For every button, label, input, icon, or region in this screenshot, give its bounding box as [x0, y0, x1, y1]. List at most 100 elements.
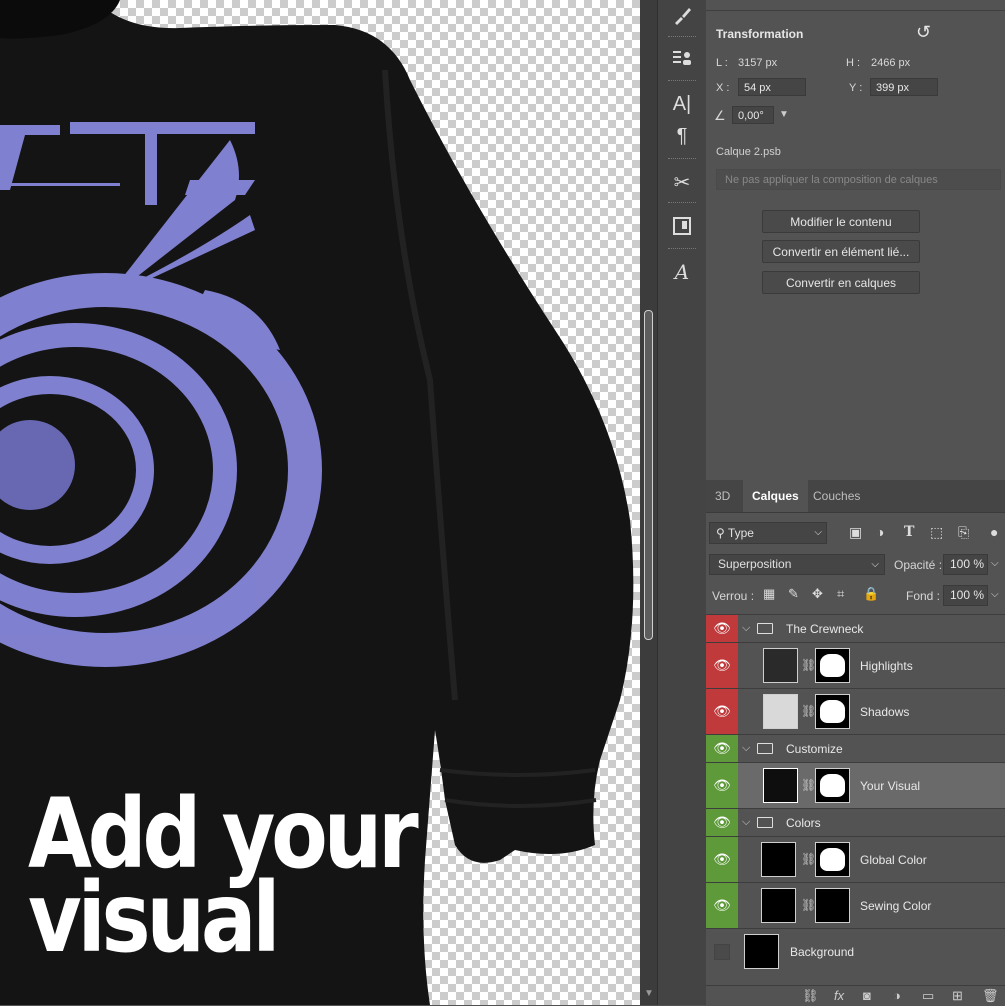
layer-name: The Crewneck [786, 622, 864, 636]
layer-name: Shadows [860, 705, 910, 719]
search-icon: ⚲ [716, 526, 725, 540]
add-mask-icon[interactable]: ◙ [863, 988, 871, 1003]
filter-type-icon[interactable]: T [904, 524, 914, 540]
layer-name: Customize [786, 742, 843, 756]
paragraph-icon[interactable]: ¶ [666, 120, 698, 152]
scroll-down-arrow-icon[interactable]: ▼ [644, 988, 654, 999]
layer-name: Background [790, 945, 855, 959]
fx-icon[interactable]: fx [834, 988, 844, 1003]
filter-shape-icon[interactable]: ⬚ [930, 524, 943, 541]
filter-adjustment-icon[interactable]: ◑ [876, 524, 884, 540]
character-icon[interactable]: A| [666, 88, 698, 120]
layer-name: Sewing Color [860, 899, 932, 913]
link-icon[interactable]: ⛓ [801, 658, 816, 672]
layers-bottom-toolbar: ⛓ fx ◙ ◑ ▭ ⊞ 🗑 [706, 985, 1005, 1006]
visibility-eye-icon[interactable]: 👁 [706, 763, 738, 808]
tab-3d[interactable]: 3D [706, 480, 739, 512]
opacity-chevron-icon[interactable]: ⌵ [991, 558, 999, 569]
layer-row-sewing-color[interactable]: 👁 ⛓ Sewing Color [706, 882, 1005, 928]
layer-row-customize[interactable]: 👁 ⌵ Customize [706, 734, 1005, 762]
brush-icon[interactable] [666, 0, 698, 32]
tool-presets-icon[interactable]: ✂ [666, 166, 698, 198]
visibility-toggle-empty[interactable] [706, 929, 738, 974]
lock-artboard-icon[interactable]: ⌗ [837, 586, 844, 602]
visibility-eye-icon[interactable]: 👁 [706, 615, 738, 642]
angle-field[interactable]: 0,00° [732, 106, 774, 124]
layer-row-your-visual[interactable]: 👁 ⛓ Your Visual [706, 762, 1005, 808]
chevron-down-icon[interactable]: ⌵ [742, 816, 750, 829]
blend-mode-value: Superposition [718, 557, 792, 571]
y-position-field[interactable]: 399 px [870, 78, 938, 96]
canvas-vertical-scrollbar[interactable]: ▼ [640, 0, 657, 1005]
new-group-icon[interactable]: ▭ [922, 988, 934, 1004]
layer-name: Your Visual [860, 779, 921, 793]
glyphs-icon[interactable]: A [666, 256, 698, 288]
artboard-icon[interactable] [666, 210, 698, 242]
layer-row-global-color[interactable]: 👁 ⛓ Global Color [706, 836, 1005, 882]
visibility-eye-icon[interactable]: 👁 [706, 809, 738, 836]
filter-smart-object-icon[interactable]: ⎘ [958, 524, 969, 541]
layer-mask-thumbnail[interactable] [815, 648, 850, 683]
visibility-eye-icon[interactable]: 👁 [706, 643, 738, 688]
layer-filter-select[interactable]: ⚲ Type ⌵ [709, 522, 827, 544]
lock-pixels-icon[interactable]: ✎ [788, 586, 799, 602]
width-label: L : [716, 57, 728, 69]
properties-panel: Transformation ↺ L : 3157 px H : 2466 px… [706, 0, 1005, 480]
layer-row-the-crewneck[interactable]: 👁 ⌵ The Crewneck [706, 614, 1005, 642]
link-icon[interactable]: ⛓ [801, 898, 816, 912]
height-value: 2466 px [871, 57, 911, 69]
layers-panel: 3D Calques Couches ⚲ Type ⌵ ▣ ◑ T ⬚ ⎘ ● … [706, 480, 1005, 1006]
filter-pixel-icon[interactable]: ▣ [849, 524, 862, 541]
convert-to-layers-button[interactable]: Convertir en calques [762, 271, 920, 294]
edit-contents-button[interactable]: Modifier le contenu [762, 210, 920, 233]
lock-label: Verrou : [712, 589, 755, 603]
link-icon[interactable]: ⛓ [801, 704, 816, 718]
new-layer-icon[interactable]: ⊞ [952, 988, 963, 1004]
x-position-field[interactable]: 54 px [738, 78, 806, 96]
chevron-down-icon[interactable]: ⌵ [742, 742, 750, 755]
layer-thumbnail [763, 648, 798, 683]
properties-icon[interactable] [666, 42, 698, 74]
layer-row-colors[interactable]: 👁 ⌵ Colors [706, 808, 1005, 836]
layer-mask-thumbnail[interactable] [815, 768, 850, 803]
fill-chevron-icon[interactable]: ⌵ [991, 589, 999, 600]
layer-mask-thumbnail[interactable] [815, 888, 850, 923]
layer-mask-thumbnail[interactable] [815, 694, 850, 729]
lock-transparency-icon[interactable]: ▦ [763, 586, 775, 602]
fill-field[interactable]: 100 % [943, 585, 988, 606]
layer-mask-thumbnail[interactable] [815, 842, 850, 877]
panel-icon-strip: A| ¶ ✂ A [657, 0, 707, 1005]
convert-to-linked-button[interactable]: Convertir en élément lié... [762, 240, 920, 263]
tab-layers[interactable]: Calques [743, 480, 808, 512]
chevron-down-icon[interactable]: ⌵ [742, 622, 750, 635]
visibility-eye-icon[interactable]: 👁 [706, 689, 738, 734]
link-icon[interactable]: ⛓ [801, 778, 816, 792]
new-adjustment-icon[interactable]: ◑ [893, 988, 901, 1003]
height-label: H : [846, 57, 861, 69]
lock-position-icon[interactable]: ✥ [812, 586, 823, 602]
folder-icon [757, 623, 773, 634]
panel-tabs: 3D Calques Couches [706, 480, 1005, 513]
layer-name: Global Color [860, 853, 927, 867]
link-icon[interactable]: ⛓ [801, 852, 816, 866]
filter-toggle-icon[interactable]: ● [990, 524, 998, 540]
link-layers-icon[interactable]: ⛓ [802, 988, 819, 1004]
layer-row-background[interactable]: Background [706, 928, 1005, 974]
opacity-field[interactable]: 100 % [943, 554, 988, 575]
scrollbar-thumb[interactable] [644, 310, 653, 640]
visibility-eye-icon[interactable]: 👁 [706, 837, 738, 882]
delete-layer-icon[interactable]: 🗑 [982, 988, 999, 1004]
reset-transform-icon[interactable]: ↺ [916, 22, 931, 43]
blend-mode-select[interactable]: Superposition ⌵ [709, 554, 885, 575]
layer-filter-label: Type [727, 526, 754, 540]
angle-dropdown-chevron-icon[interactable]: ▼ [776, 106, 792, 124]
tab-channels[interactable]: Couches [804, 480, 869, 512]
layer-row-shadows[interactable]: 👁 ⛓ Shadows [706, 688, 1005, 734]
document-canvas[interactable]: Add your visual [0, 0, 640, 1005]
layer-comp-select: Ne pas appliquer la composition de calqu… [716, 169, 1001, 190]
width-value: 3157 px [738, 57, 778, 69]
layer-row-highlights[interactable]: 👁 ⛓ Highlights [706, 642, 1005, 688]
visibility-eye-icon[interactable]: 👁 [706, 735, 738, 762]
lock-all-icon[interactable]: 🔒 [863, 586, 879, 602]
visibility-eye-icon[interactable]: 👁 [706, 883, 738, 928]
